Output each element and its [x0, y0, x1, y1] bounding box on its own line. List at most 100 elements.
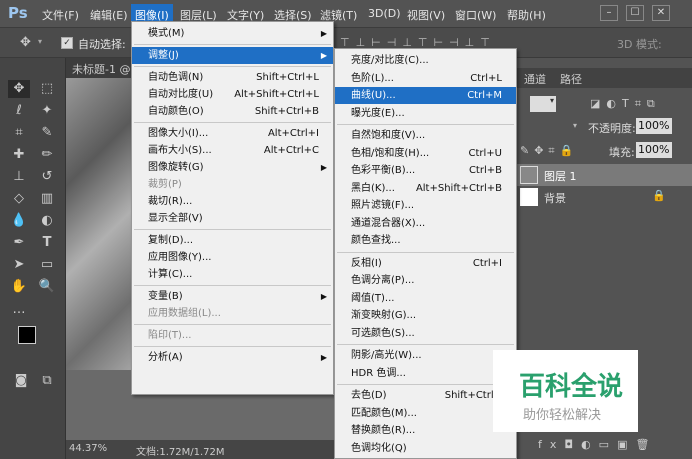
tab-paths[interactable]: 路径	[560, 71, 582, 87]
foreground-color-swatch[interactable]	[18, 326, 36, 344]
move-tool-icon[interactable]: ✥	[20, 35, 31, 50]
menu-separator	[337, 344, 514, 345]
quick-mask-icon[interactable]: ◙	[10, 372, 32, 390]
dodge-icon[interactable]: ◐	[36, 212, 58, 230]
menu-item-shortcut: Alt+Ctrl+C	[263, 145, 319, 156]
adjust_menu-item[interactable]: 阈值(T)...	[335, 290, 516, 307]
layer-footer-icons[interactable]: fx◘◐▭▣🗑	[538, 438, 657, 451]
menu-item-label: 替换颜色(R)...	[351, 425, 416, 436]
layer-thumbnail	[520, 166, 538, 184]
menu-item-label: 曝光度(E)...	[351, 107, 405, 119]
image_menu-item[interactable]: 变量(B) ▶	[132, 288, 333, 305]
hand-tool-icon[interactable]: ✋	[8, 278, 30, 296]
adjust_menu-item[interactable]: 色彩平衡(B)... Ctrl+B	[335, 162, 516, 179]
move-tool-icon[interactable]: ✥	[8, 80, 30, 98]
zoom-tool-icon[interactable]: 🔍	[36, 278, 58, 296]
mode-3d-label[interactable]: 3D 模式:	[617, 36, 662, 52]
adjust_menu-item[interactable]: 曲线(U)... Ctrl+M	[335, 87, 516, 104]
layer-name[interactable]: 图层 1	[544, 168, 577, 184]
image_menu-item[interactable]: 画布大小(S)... Alt+Ctrl+C	[132, 142, 333, 159]
image_menu-item[interactable]: 自动颜色(O) Shift+Ctrl+B	[132, 103, 333, 120]
maximize-button[interactable]: ☐	[626, 5, 644, 21]
zoom-level[interactable]: 44.37%	[69, 443, 107, 454]
adjust_menu-item[interactable]: 色调均化(Q)	[335, 440, 516, 457]
opacity-input[interactable]: 100%	[636, 118, 672, 134]
type-tool-icon[interactable]: T	[36, 234, 58, 252]
adjust_menu-item[interactable]: 去色(D) Shift+Ctrl+	[335, 387, 516, 404]
adjust_menu-item[interactable]: 黑白(K)... Alt+Shift+Ctrl+B	[335, 180, 516, 197]
adjust-submenu: 亮度/对比度(C)... 色阶(L)... Ctrl+L 曲线(U)... Ctrl+M…	[334, 48, 517, 459]
adjust_menu-item[interactable]: 反相(I) Ctrl+I	[335, 255, 516, 272]
image_menu-item[interactable]: 自动色调(N) Shift+Ctrl+L	[132, 69, 333, 86]
menu-item-shortcut: Shift+Ctrl+B	[254, 106, 319, 117]
magic-wand-icon[interactable]: ✦	[36, 102, 58, 120]
brush-tool-icon[interactable]: ✏	[36, 146, 58, 164]
photoshop-logo: Ps	[8, 4, 28, 22]
blend-mode-chevron[interactable]: ▾	[573, 121, 577, 130]
menu-edit[interactable]: 编辑(E)	[90, 7, 128, 23]
pen-tool-icon[interactable]: ✒	[8, 234, 30, 252]
blur-icon[interactable]: 💧	[8, 212, 30, 230]
minimize-button[interactable]: –	[600, 5, 618, 21]
adjust_menu-item[interactable]: 替换颜色(R)...	[335, 422, 516, 439]
image_menu-item[interactable]: 模式(M) ▶	[132, 25, 333, 42]
adjust_menu-item[interactable]: 阴影/高光(W)...	[335, 347, 516, 364]
eraser-icon[interactable]: ◇	[8, 190, 30, 208]
close-button[interactable]: ✕	[652, 5, 670, 21]
adjust_menu-item[interactable]: 色调分离(P)...	[335, 272, 516, 289]
adjust_menu-item[interactable]: 曝光度(E)...	[335, 105, 516, 122]
image_menu-item[interactable]: 调整(J) ▶	[132, 47, 333, 64]
clone-stamp-icon[interactable]: ⊥	[8, 168, 30, 186]
auto-select-checkbox[interactable]: ✓	[61, 37, 73, 49]
image_menu-item[interactable]: 应用图像(Y)...	[132, 249, 333, 266]
tab-channels[interactable]: 通道	[524, 71, 546, 87]
adjust_menu-item[interactable]: 自然饱和度(V)...	[335, 127, 516, 144]
screen-mode-icon[interactable]: ⧉	[36, 372, 58, 390]
fill-input[interactable]: 100%	[636, 142, 672, 158]
adjust_menu-item[interactable]: 色相/饱和度(H)... Ctrl+U	[335, 145, 516, 162]
menu-3d[interactable]: 3D(D)	[368, 7, 401, 20]
rectangle-tool-icon[interactable]: ▭	[36, 256, 58, 274]
adjust_menu-item[interactable]: 亮度/对比度(C)...	[335, 52, 516, 69]
filter-dropdown[interactable]: ▾	[530, 96, 556, 112]
adjust_menu-item[interactable]: 可选颜色(S)...	[335, 325, 516, 342]
healing-brush-icon[interactable]: ✚	[8, 146, 30, 164]
image_menu-item[interactable]: 裁切(R)...	[132, 193, 333, 210]
image_menu-item[interactable]: 图像旋转(G) ▶	[132, 159, 333, 176]
history-brush-icon[interactable]: ↺	[36, 168, 58, 186]
menu-view[interactable]: 视图(V)	[407, 7, 445, 23]
chevron-down-icon[interactable]: ▾	[38, 37, 42, 46]
adjust_menu-item[interactable]: HDR 色调...	[335, 365, 516, 382]
image_menu-item[interactable]: 复制(D)...	[132, 232, 333, 249]
image_menu-item[interactable]: 显示全部(V)	[132, 210, 333, 227]
adjust_menu-item[interactable]: 照片滤镜(F)...	[335, 197, 516, 214]
adjust_menu-item[interactable]: 匹配颜色(M)...	[335, 405, 516, 422]
adjust_menu-item[interactable]: 通道混合器(X)...	[335, 215, 516, 232]
menu-help[interactable]: 帮助(H)	[507, 7, 546, 23]
document-canvas[interactable]	[66, 78, 134, 370]
filter-icons[interactable]: ◪◐T⌗⧉	[590, 97, 661, 111]
image_menu-item[interactable]: 计算(C)...	[132, 266, 333, 283]
more-tools-icon[interactable]: …	[8, 301, 30, 319]
menu-file[interactable]: 文件(F)	[42, 7, 79, 23]
crop-tool-icon[interactable]: ⌗	[8, 124, 30, 142]
image_menu-item[interactable]: 自动对比度(U) Alt+Shift+Ctrl+L	[132, 86, 333, 103]
adjust_menu-item[interactable]: 色阶(L)... Ctrl+L	[335, 70, 516, 87]
layer-name[interactable]: 背景	[544, 190, 566, 206]
gradient-icon[interactable]: ▥	[36, 190, 58, 208]
image_menu-item[interactable]: 图像大小(I)... Alt+Ctrl+I	[132, 125, 333, 142]
marquee-tool-icon[interactable]: ⬚	[36, 80, 58, 98]
path-select-icon[interactable]: ➤	[8, 256, 30, 274]
document-tab[interactable]: 未标题-1 @	[66, 58, 138, 78]
menu-item-label: 色调均化(Q)	[351, 442, 407, 454]
image_menu-item[interactable]: 分析(A) ▶	[132, 349, 333, 366]
eyedropper-icon[interactable]: ✎	[36, 124, 58, 142]
layer-row[interactable]: 图层 1	[502, 164, 692, 186]
adjust_menu-item[interactable]: 渐变映射(G)...	[335, 307, 516, 324]
layer-row[interactable]: 背景 🔒	[502, 186, 692, 208]
menu-item-label: 色彩平衡(B)...	[351, 165, 416, 176]
adjust_menu-item[interactable]: 颜色查找...	[335, 232, 516, 249]
menu-window[interactable]: 窗口(W)	[455, 7, 496, 23]
lock-icons[interactable]: ✎✥⌗🔒	[520, 144, 578, 158]
lasso-tool-icon[interactable]: ℓ	[8, 102, 30, 120]
